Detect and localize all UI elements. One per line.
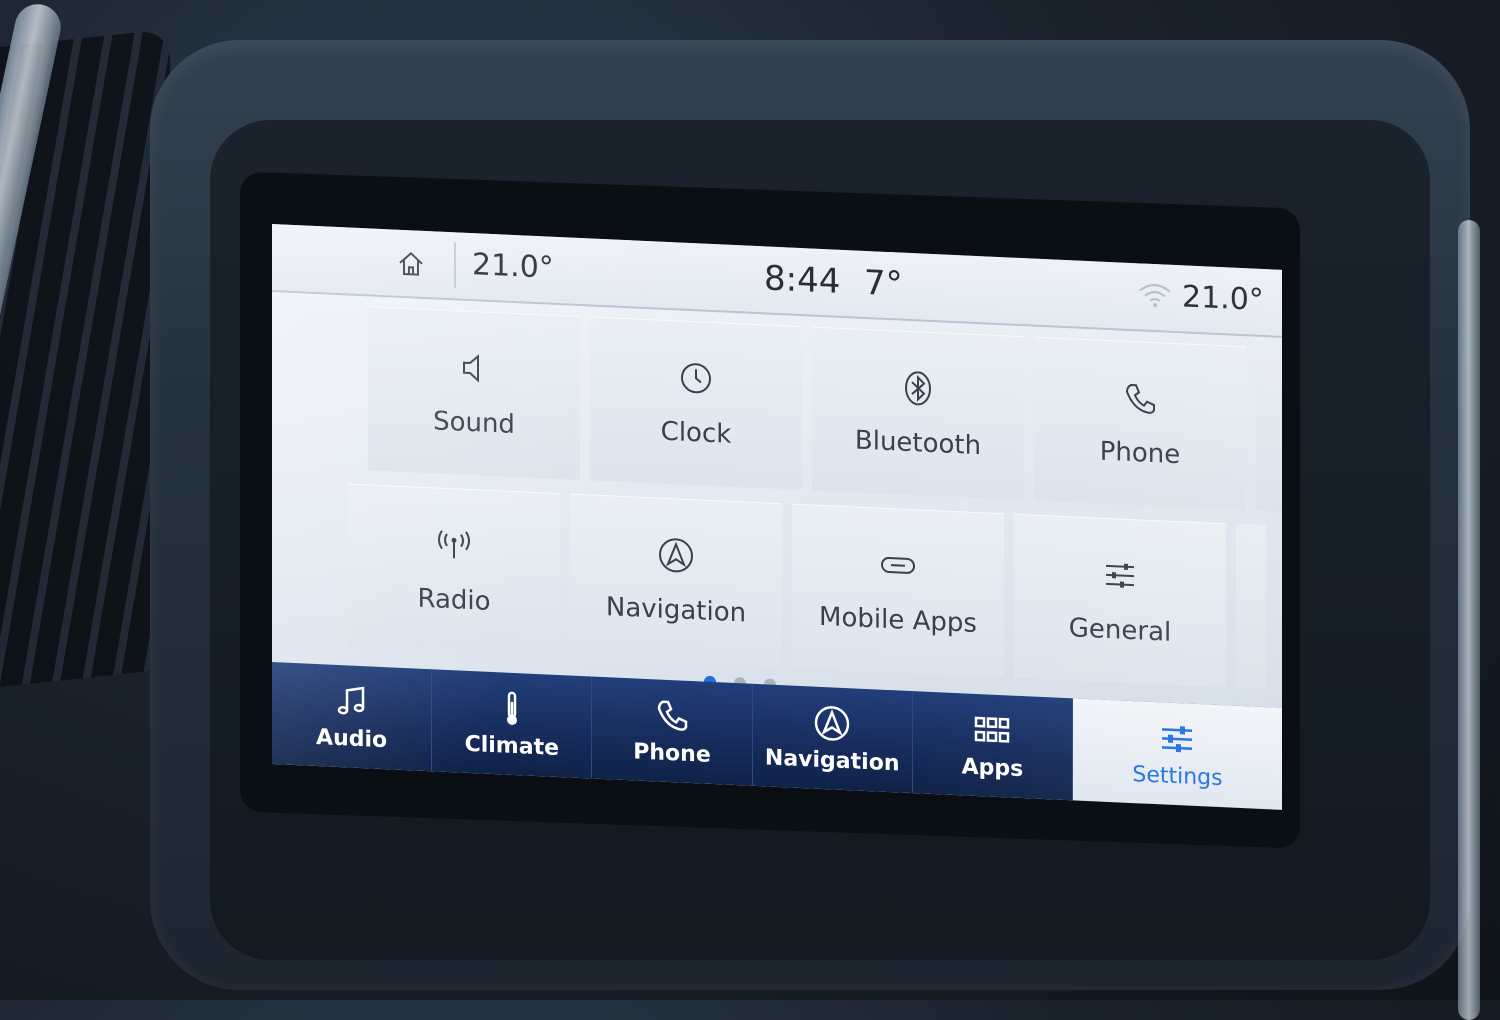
settings-grid: Sound Clock Bluetooth Phone Radio Naviga… <box>348 305 1282 697</box>
tile-bluetooth[interactable]: Bluetooth <box>812 326 1024 501</box>
navigation-arrow-icon <box>814 705 850 741</box>
nav-navigation[interactable]: Navigation <box>752 683 913 794</box>
nav-apps[interactable]: Apps <box>912 691 1074 801</box>
tile-navigation[interactable]: Navigation <box>570 493 782 668</box>
tile-label: Navigation <box>605 592 747 629</box>
tile-label: Clock <box>660 416 732 450</box>
tile-clock[interactable]: Clock <box>590 316 802 491</box>
nav-label: Audio <box>316 724 388 753</box>
outside-temperature: 7° <box>864 262 903 305</box>
tile-label: Sound <box>433 406 515 441</box>
tile-general[interactable]: General <box>1014 513 1226 688</box>
nav-audio[interactable]: Audio <box>272 662 433 772</box>
tile-label: General <box>1068 613 1172 648</box>
tile-mobile-apps[interactable]: Mobile Apps <box>792 503 1004 678</box>
antenna-icon <box>438 530 470 559</box>
home-button[interactable] <box>368 238 456 289</box>
wifi-icon <box>1139 284 1171 308</box>
driver-temperature[interactable]: 21.0° <box>472 247 554 286</box>
phone-icon <box>657 699 688 731</box>
nav-climate[interactable]: Climate <box>432 669 593 779</box>
clock-icon <box>681 363 711 394</box>
nav-label: Climate <box>464 731 560 761</box>
thermometer-icon <box>506 691 517 725</box>
tile-sound[interactable]: Sound <box>368 306 580 480</box>
clock-time: 8:44 <box>764 258 841 302</box>
tile-label: Phone <box>1099 436 1181 471</box>
home-icon <box>399 251 423 276</box>
tile-label: Radio <box>417 583 491 617</box>
bluetooth-icon <box>905 371 931 406</box>
tile-radio[interactable]: Radio <box>348 483 560 658</box>
next-page-peek <box>1236 523 1266 690</box>
chrome-trim-right <box>1458 220 1480 1020</box>
music-note-icon <box>337 686 364 714</box>
navigation-arrow-icon <box>659 538 693 573</box>
phone-icon <box>1125 383 1155 414</box>
apps-grid-icon <box>975 716 1010 743</box>
link-icon <box>881 557 915 574</box>
nav-label: Phone <box>633 738 711 768</box>
tile-label: Bluetooth <box>854 425 982 462</box>
sliders-icon <box>1106 563 1134 588</box>
passenger-temperature[interactable]: 21.0° <box>1182 279 1264 318</box>
speaker-icon <box>463 354 479 383</box>
nav-label: Settings <box>1132 761 1223 791</box>
nav-settings[interactable]: Settings <box>1073 698 1282 810</box>
nav-label: Navigation <box>764 744 900 776</box>
sliders-icon <box>1162 725 1193 752</box>
tile-label: Mobile Apps <box>819 601 977 640</box>
infotainment-screen: 21.0° 8:44 7° 21.0° Sound Clock Bluetoot… <box>272 224 1282 810</box>
nav-phone[interactable]: Phone <box>592 676 753 786</box>
next-page-peek <box>1256 346 1282 513</box>
tile-phone[interactable]: Phone <box>1034 336 1246 511</box>
nav-label: Apps <box>961 753 1024 782</box>
